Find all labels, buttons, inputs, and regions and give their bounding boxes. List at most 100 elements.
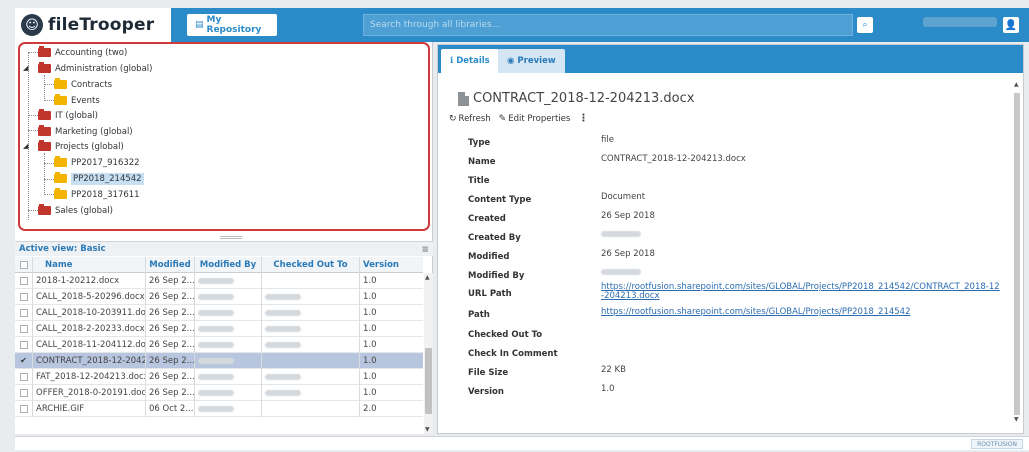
scroll-up-icon[interactable]: ▲ xyxy=(1014,81,1019,88)
tree-item-administration[interactable]: Administration (global) xyxy=(38,61,152,76)
row-checkbox[interactable] xyxy=(19,388,28,397)
row-checkbox[interactable] xyxy=(19,404,28,413)
select-all-checkbox-cell[interactable] xyxy=(15,256,33,273)
tree-item-it[interactable]: IT (global) xyxy=(38,108,98,123)
column-header-modified[interactable]: Modified xyxy=(146,256,195,273)
cell-modified: 26 Sep 2... xyxy=(146,288,195,305)
column-header-modified-by[interactable]: Modified By xyxy=(195,256,262,273)
table-row[interactable]: CALL_2018-2-20233.docx 26 Sep 2... 1.0 xyxy=(15,320,423,337)
column-header-label: Version xyxy=(363,259,399,270)
tree-item-pp2018-317611[interactable]: PP2018_317611 xyxy=(54,187,140,202)
user-icon[interactable]: 👤 xyxy=(1003,17,1019,33)
column-header-name[interactable]: Name xyxy=(33,256,146,273)
refresh-button[interactable]: ↻ Refresh xyxy=(449,114,491,124)
collapse-toggle-icon[interactable]: ◢ xyxy=(23,142,28,150)
grid-header-row: Name Modified Modified By Checked Out To… xyxy=(15,256,423,273)
grid-scrollbar[interactable]: ▲ ▼ xyxy=(424,273,433,434)
column-header-checked-out-to[interactable]: Checked Out To xyxy=(262,256,360,273)
cell-name[interactable]: CALL_2018-10-203911.docx xyxy=(33,304,146,321)
tab-details[interactable]: ℹ Details xyxy=(441,49,499,73)
cell-name[interactable]: OFFER_2018-0-20191.docx xyxy=(33,384,146,401)
table-row[interactable]: ✔ CONTRACT_2018-12-20421...26 Sep 2... 1.0 xyxy=(15,352,423,369)
tree-item-pp2017-916322[interactable]: PP2017_916322 xyxy=(54,155,140,170)
cell-name[interactable]: CALL_2018-5-20296.docx xyxy=(33,288,146,305)
property-link[interactable]: https://rootfusion.sharepoint.com/sites/… xyxy=(601,283,1001,301)
cell-name[interactable]: CONTRACT_2018-12-20421... xyxy=(33,352,146,369)
row-checkbox[interactable] xyxy=(19,372,28,381)
details-scrollbar[interactable]: ▲ ▼ xyxy=(1013,81,1021,423)
tree-item-events[interactable]: Events xyxy=(54,93,100,108)
edit-properties-button[interactable]: ✎ Edit Properties xyxy=(499,114,571,124)
tree-item-label: Sales (global) xyxy=(55,205,113,216)
active-view-header: Active view: Basic ≡ xyxy=(15,241,433,256)
column-header-version[interactable]: Version xyxy=(360,257,402,273)
row-checkbox-cell[interactable]: ✔ xyxy=(15,352,33,369)
row-checkbox[interactable] xyxy=(19,324,28,333)
property-value: Document xyxy=(601,192,646,202)
cell-name[interactable]: CALL_2018-2-20233.docx xyxy=(33,320,146,337)
row-checkbox[interactable] xyxy=(19,308,28,317)
row-checkbox-cell[interactable] xyxy=(15,368,33,385)
row-checkbox-cell[interactable] xyxy=(15,336,33,353)
tree-connector xyxy=(44,163,54,164)
tree-item-sales[interactable]: Sales (global) xyxy=(38,203,113,218)
table-row[interactable]: FAT_2018-12-204213.docx 26 Sep 2... 1.0 xyxy=(15,368,423,385)
grid-scrollbar-thumb[interactable] xyxy=(425,348,432,414)
search-input[interactable]: Search through all libraries... xyxy=(363,14,853,36)
tab-preview[interactable]: ◉ Preview xyxy=(498,49,565,73)
cell-checked-out-to xyxy=(262,288,360,305)
table-row[interactable]: CALL_2018-10-203911.docx 26 Sep 2... 1.0 xyxy=(15,304,423,321)
table-row[interactable]: OFFER_2018-0-20191.docx 26 Sep 2... 1.0 xyxy=(15,384,423,401)
my-repository-tab[interactable]: ▤ My Repository xyxy=(187,14,277,36)
cell-version: 1.0 xyxy=(363,371,377,382)
tree-item-contracts[interactable]: Contracts xyxy=(54,77,112,92)
library-folder-icon xyxy=(38,109,51,120)
cell-checked-out-to xyxy=(262,304,360,321)
property-value: 26 Sep 2018 xyxy=(601,249,655,259)
scroll-up-icon[interactable]: ▲ xyxy=(425,274,430,281)
row-checkbox-cell[interactable] xyxy=(15,288,33,305)
row-checkbox-cell[interactable] xyxy=(15,320,33,337)
redacted-user xyxy=(198,357,234,364)
user-name[interactable] xyxy=(923,17,997,27)
logo[interactable]: ☺ fileTrooper xyxy=(15,8,171,42)
details-scrollbar-thumb[interactable] xyxy=(1014,93,1020,415)
property-link[interactable]: https://rootfusion.sharepoint.com/sites/… xyxy=(601,307,910,317)
scroll-down-icon[interactable]: ▼ xyxy=(425,426,430,433)
tree-item-pp2018-214542[interactable]: PP2018_214542 xyxy=(54,171,144,186)
tree-item-marketing[interactable]: Marketing (global) xyxy=(38,124,133,139)
panel-splitter-handle[interactable] xyxy=(220,236,242,239)
cell-name[interactable]: FAT_2018-12-204213.docx xyxy=(33,368,146,385)
more-actions-icon[interactable]: ⋮ xyxy=(578,113,588,124)
checkmark-icon[interactable]: ✔ xyxy=(20,356,28,365)
cell-modified-by xyxy=(195,304,262,321)
cell-name[interactable]: CALL_2018-11-204112.docx xyxy=(33,336,146,353)
cell-modified-by xyxy=(195,272,262,289)
cell-name[interactable]: ARCHIE.GIF xyxy=(33,400,146,417)
cell-name[interactable]: 2018-1-20212.docx xyxy=(33,272,146,289)
row-checkbox[interactable] xyxy=(19,292,28,301)
row-checkbox-cell[interactable] xyxy=(15,304,33,321)
search-button[interactable]: ⌕ xyxy=(857,17,873,33)
row-checkbox-cell[interactable] xyxy=(15,384,33,401)
tree-item-accounting[interactable]: Accounting (two) xyxy=(38,45,127,60)
table-row[interactable]: ARCHIE.GIF 06 Oct 2... 2.0 xyxy=(15,400,423,417)
table-row[interactable]: CALL_2018-11-204112.docx 26 Sep 2... 1.0 xyxy=(15,336,423,353)
property-label: Modified By xyxy=(468,271,525,281)
tree-item-projects[interactable]: Projects (global) xyxy=(38,139,124,154)
select-all-checkbox[interactable] xyxy=(19,260,28,269)
rootfusion-badge[interactable]: ROOTFUSION xyxy=(971,439,1023,449)
view-menu-icon[interactable]: ≡ xyxy=(421,245,429,255)
repository-icon: ▤ xyxy=(195,20,204,30)
row-checkbox-cell[interactable] xyxy=(15,272,33,289)
scroll-down-icon[interactable]: ▼ xyxy=(1014,416,1019,423)
row-checkbox[interactable] xyxy=(19,340,28,349)
property-value xyxy=(601,268,641,278)
tab-label: Preview xyxy=(517,56,556,66)
row-checkbox-cell[interactable] xyxy=(15,400,33,417)
collapse-toggle-icon[interactable]: ◢ xyxy=(23,64,28,72)
row-checkbox[interactable] xyxy=(19,276,28,285)
table-row[interactable]: 2018-1-20212.docx 26 Sep 2... 1.0 xyxy=(15,272,423,289)
table-row[interactable]: CALL_2018-5-20296.docx 26 Sep 2... 1.0 xyxy=(15,288,423,305)
redacted-user xyxy=(198,277,234,284)
